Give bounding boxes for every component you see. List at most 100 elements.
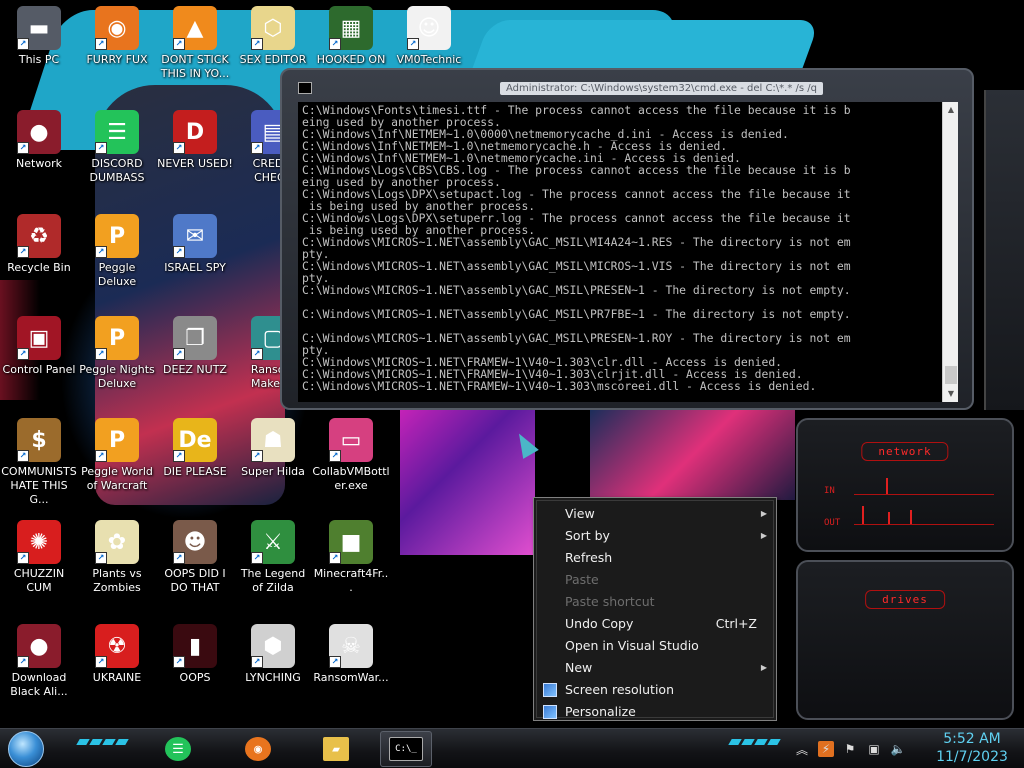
context-menu-item[interactable]: New ▶: [537, 657, 773, 679]
desktop-icon[interactable]: P ↗ Peggle Deluxe: [78, 214, 156, 289]
taskbar-app-button[interactable]: ▰: [314, 731, 358, 767]
desktop-icon[interactable]: ☗ ↗ Super Hilda: [234, 418, 312, 479]
shortcut-arrow-icon: ↗: [173, 656, 185, 668]
context-menu-item: Paste: [537, 569, 773, 591]
desktop-icon[interactable]: P ↗ Peggle Nights Deluxe: [78, 316, 156, 391]
desktop-icon[interactable]: ☢ ↗ UKRAINE: [78, 624, 156, 685]
submenu-arrow-icon: ▶: [760, 531, 767, 540]
shortcut-arrow-icon: ↗: [251, 656, 263, 668]
hooked-on-icon: ▦ ↗: [329, 6, 373, 50]
desktop-icon[interactable]: ☻ ↗ OOPS DID I DO THAT: [156, 520, 234, 595]
desktop-icon-label: COMMUNISTS HATE THIS G...: [1, 465, 77, 506]
context-menu-item[interactable]: View ▶: [537, 503, 773, 525]
minecraft-icon: ■ ↗: [329, 520, 373, 564]
desktop-icon-label: Super Hilda: [241, 465, 305, 478]
network-in-label: IN: [824, 486, 835, 496]
desktop-icon[interactable]: ▦ ↗ HOOKED ON: [312, 6, 390, 67]
shortcut-arrow-icon: ↗: [329, 656, 341, 668]
chuzzle-icon: ✺ ↗: [17, 520, 61, 564]
desktop-icon-label: DIE PLEASE: [163, 465, 227, 478]
firefox-icon: ◉: [245, 737, 271, 761]
scroll-down-icon[interactable]: ▼: [943, 386, 958, 402]
radiation-icon: ☢ ↗: [95, 624, 139, 668]
context-menu-item[interactable]: Screen resolution: [537, 679, 773, 701]
context-menu-item[interactable]: Personalize: [537, 701, 773, 723]
desktop-icon[interactable]: $ ↗ COMMUNISTS HATE THIS G...: [0, 418, 78, 507]
cmd-window[interactable]: Administrator: C:\Windows\system32\cmd.e…: [280, 68, 974, 410]
network-tray-icon[interactable]: ▣: [866, 741, 882, 757]
scroll-up-icon[interactable]: ▲: [943, 102, 958, 118]
cmd-titlebar[interactable]: Administrator: C:\Windows\system32\cmd.e…: [298, 78, 958, 98]
network-out-spike: [910, 510, 912, 524]
shortcut-arrow-icon: ↗: [329, 450, 341, 462]
desktop-icon[interactable]: ✉ ↗ ISRAEL SPY: [156, 214, 234, 275]
taskbar-app-button[interactable]: C:\_: [380, 731, 432, 767]
desktop-context-menu[interactable]: View ▶ Sort by ▶ Refresh Paste Paste shortcut U…: [533, 497, 777, 721]
taskbar-app-button[interactable]: ☰: [156, 731, 200, 767]
taskbar-clock[interactable]: 5:52 AM 11/7/2023: [930, 730, 1014, 766]
recycle-bin-icon: ♻ ↗: [17, 214, 61, 258]
cmd-window-icon: [298, 82, 312, 94]
desktop-icon[interactable]: ▮ ↗ OOPS: [156, 624, 234, 685]
desktop-icon[interactable]: P ↗ Peggle World of Warcraft: [78, 418, 156, 493]
start-button[interactable]: [8, 731, 44, 767]
clock-time: 5:52 AM: [943, 731, 1001, 747]
drives-gadget-title: drives: [865, 590, 945, 609]
desktop-icon[interactable]: ● ↗ Download Black Ali...: [0, 624, 78, 699]
desktop-icon[interactable]: ● ↗ Network: [0, 110, 78, 171]
cmd-output-line: C:\Windows\MICROS~1.NET\assembly\GAC_MSI…: [302, 235, 851, 249]
scroll-thumb[interactable]: [945, 366, 957, 384]
context-menu-item-label: New: [565, 660, 593, 675]
context-menu-item[interactable]: Refresh: [537, 547, 773, 569]
lynching-icon: ⬢ ↗: [251, 624, 295, 668]
desktop-icon[interactable]: ✺ ↗ CHUZZIN CUM: [0, 520, 78, 595]
alienware-icon: ● ↗: [17, 624, 61, 668]
context-menu-item-label: Open in Visual Studio: [565, 638, 699, 653]
collab-vm-icon: ▭ ↗: [329, 418, 373, 462]
tray-expand-icon[interactable]: ︽: [794, 741, 810, 757]
cmd-output-line: C:\Windows\MICROS~1.NET\assembly\GAC_MSI…: [302, 331, 851, 345]
drives-gadget[interactable]: drives: [796, 560, 1014, 720]
context-menu-item-label: Undo Copy: [565, 616, 634, 631]
control-panel-icon: ▣ ↗: [17, 316, 61, 360]
desktop-icon[interactable]: ♻ ↗ Recycle Bin: [0, 214, 78, 275]
volume-icon[interactable]: 🔈: [890, 741, 906, 757]
context-menu-item-label: Paste shortcut: [565, 594, 655, 609]
context-menu-item[interactable]: Sort by ▶: [537, 525, 773, 547]
desktop-icon[interactable]: ◉ ↗ FURRY FUX: [78, 6, 156, 67]
network-gadget[interactable]: network IN OUT: [796, 418, 1014, 552]
desktop-icon[interactable]: ✿ ↗ Plants vs Zombies: [78, 520, 156, 595]
action-center-flag-icon[interactable]: ⚑: [842, 741, 858, 757]
desktop-icon[interactable]: ⬡ ↗ SEX EDITOR: [234, 6, 312, 67]
desktop-icon-label: DEEZ NUTZ: [163, 363, 227, 376]
context-menu-item[interactable]: Open in Visual Studio: [537, 635, 773, 657]
desktop-icon-label: Peggle World of Warcraft: [81, 465, 153, 492]
desktop-icon[interactable]: ⚔ ↗ The Legend of Zilda: [234, 520, 312, 595]
cmd-console[interactable]: C:\Windows\Fonts\timesi.ttf - The proces…: [298, 102, 958, 402]
taskbar-app-button[interactable]: ◉: [236, 731, 280, 767]
cmd-output-text: C:\Windows\Fonts\timesi.ttf - The proces…: [302, 104, 940, 392]
desktop-icon[interactable]: ■ ↗ Minecraft4Fr...: [312, 520, 390, 595]
wallpaper-pink-art: [400, 410, 535, 555]
desktop-icon[interactable]: D ↗ NEVER USED!: [156, 110, 234, 171]
desktop-icon[interactable]: ▣ ↗ Control Panel: [0, 316, 78, 377]
context-menu-item-label: Sort by: [565, 528, 610, 543]
submenu-arrow-icon: ▶: [760, 509, 767, 518]
shortcut-arrow-icon: ↗: [251, 552, 263, 564]
desktop-icon-label: FURRY FUX: [86, 53, 148, 66]
desktop-icon[interactable]: ▲ ↗ DONT STICK THIS IN YO...: [156, 6, 234, 81]
tray-app-icon[interactable]: ⚡: [818, 741, 834, 757]
cmd-scrollbar[interactable]: ▲ ▼: [942, 102, 958, 402]
desktop-icon[interactable]: ▭ ↗ CollabVMBottler.exe: [312, 418, 390, 493]
desktop-icon[interactable]: De ↗ DIE PLEASE: [156, 418, 234, 479]
desktop-icon[interactable]: ❐ ↗ DEEZ NUTZ: [156, 316, 234, 377]
desktop-icon[interactable]: ⬢ ↗ LYNCHING: [234, 624, 312, 685]
firefox-icon: ◉ ↗: [95, 6, 139, 50]
desktop-icon[interactable]: ☺ ↗ VM0Technic: [390, 6, 468, 67]
desktop-icon[interactable]: ☰ ↗ DISCORD DUMBASS: [78, 110, 156, 185]
desktop-icon-label: CHUZZIN CUM: [13, 567, 65, 594]
desktop-icon[interactable]: ▬ ↗ This PC: [0, 6, 78, 67]
shortcut-arrow-icon: ↗: [251, 348, 263, 360]
context-menu-item[interactable]: Undo Copy Ctrl+Z: [537, 613, 773, 635]
desktop-icon[interactable]: ☠ ↗ RansomWar...: [312, 624, 390, 685]
